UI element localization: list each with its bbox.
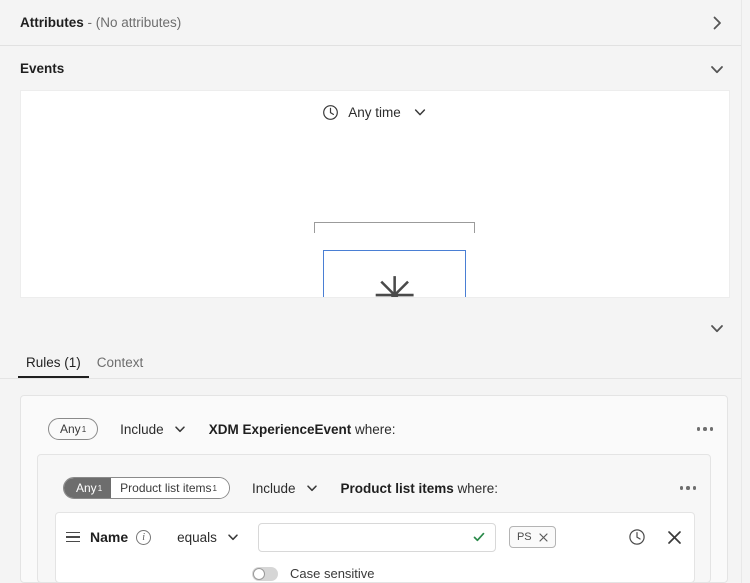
- case-sensitive-control[interactable]: Case sensitive: [252, 566, 375, 581]
- time-filter-dropdown[interactable]: Any time: [21, 99, 729, 125]
- rule-group-outer-header: Any 1 Include XDM ExperienceEvent where:: [21, 396, 727, 462]
- inner-scope-pill[interactable]: Any 1 Product list items 1: [63, 477, 230, 499]
- event-connector-bracket: [314, 222, 475, 233]
- asterisk-icon: ✳: [372, 267, 417, 298]
- attributes-title: Attributes - (No attributes): [20, 15, 181, 30]
- event-card-any[interactable]: ✳ Any 1 Rule: [323, 250, 466, 298]
- inner-subject-bold: Product list items: [340, 480, 454, 496]
- outer-subject-suffix: where:: [351, 421, 396, 437]
- condition-operator-label: equals: [177, 529, 217, 545]
- attributes-title-text: Attributes: [20, 15, 84, 30]
- remove-condition-icon[interactable]: [667, 530, 682, 545]
- toggle-knob: [253, 567, 265, 580]
- condition-value-input[interactable]: [257, 522, 496, 552]
- inner-any-sup: 1: [97, 483, 103, 493]
- scrollbar-track[interactable]: [741, 0, 750, 583]
- chevron-down-icon: [226, 530, 240, 544]
- outer-any-pill-sup: 1: [81, 424, 87, 434]
- tab-context[interactable]: Context: [89, 355, 152, 378]
- tab-rules[interactable]: Rules (1): [18, 355, 89, 378]
- segment-builder-page: Attributes - (No attributes) Events Any …: [0, 0, 750, 583]
- drag-handle-icon[interactable]: [66, 529, 82, 545]
- outer-subject-bold: XDM ExperienceEvent: [208, 421, 352, 437]
- outer-subject: XDM ExperienceEvent where:: [209, 422, 396, 437]
- inner-subject: Product list items where:: [341, 481, 499, 496]
- value-tag-label: PS: [516, 531, 532, 543]
- inner-product-segment[interactable]: Product list items 1: [111, 478, 229, 498]
- events-section-header[interactable]: Events: [0, 47, 741, 90]
- inner-subject-suffix: where:: [453, 480, 499, 496]
- condition-row: Name i equals PS: [56, 513, 694, 561]
- chevron-right-icon[interactable]: [707, 13, 727, 33]
- checkmark-icon: [472, 530, 486, 544]
- value-tag-chip[interactable]: PS: [508, 526, 556, 548]
- outer-any-pill[interactable]: Any 1: [48, 418, 99, 440]
- inner-any-segment[interactable]: Any 1: [64, 478, 112, 498]
- chevron-down-icon: [173, 422, 187, 436]
- clock-icon: [322, 104, 339, 121]
- time-filter-label: Any time: [348, 104, 401, 120]
- events-collapse-row: [0, 312, 741, 344]
- inner-any-label: Any: [76, 481, 97, 495]
- chevron-down-icon[interactable]: [707, 318, 727, 338]
- outer-any-pill-label: Any: [60, 422, 81, 436]
- condition-field-label: Name: [90, 529, 129, 545]
- chevron-down-icon: [305, 481, 319, 495]
- close-icon[interactable]: [539, 532, 548, 542]
- more-options-icon[interactable]: [696, 427, 713, 431]
- inner-product-label: Product list items: [120, 481, 212, 495]
- rules-context-tabs: Rules (1) Context: [0, 345, 741, 379]
- outer-include-dropdown[interactable]: Include: [120, 422, 187, 437]
- inner-product-sup: 1: [212, 483, 217, 493]
- condition-operator-dropdown[interactable]: equals: [177, 530, 240, 545]
- more-options-icon[interactable]: [679, 486, 696, 490]
- case-sensitive-label: Case sensitive: [290, 566, 375, 581]
- outer-include-label: Include: [120, 421, 164, 437]
- attributes-subtitle: - (No attributes): [87, 15, 182, 30]
- inner-include-dropdown[interactable]: Include: [252, 481, 319, 496]
- events-canvas: Any time ✳ Any 1 Rule: [20, 90, 730, 298]
- events-title: Events: [20, 61, 65, 76]
- inner-include-label: Include: [251, 480, 296, 496]
- case-sensitive-toggle[interactable]: [252, 566, 278, 581]
- clock-icon[interactable]: [628, 528, 646, 546]
- condition-row-card: Name i equals PS Case sensitive: [55, 512, 695, 583]
- attributes-section-header[interactable]: Attributes - (No attributes): [0, 0, 741, 46]
- info-icon[interactable]: i: [136, 529, 152, 545]
- chevron-down-icon[interactable]: [412, 104, 428, 120]
- chevron-down-icon[interactable]: [707, 59, 727, 79]
